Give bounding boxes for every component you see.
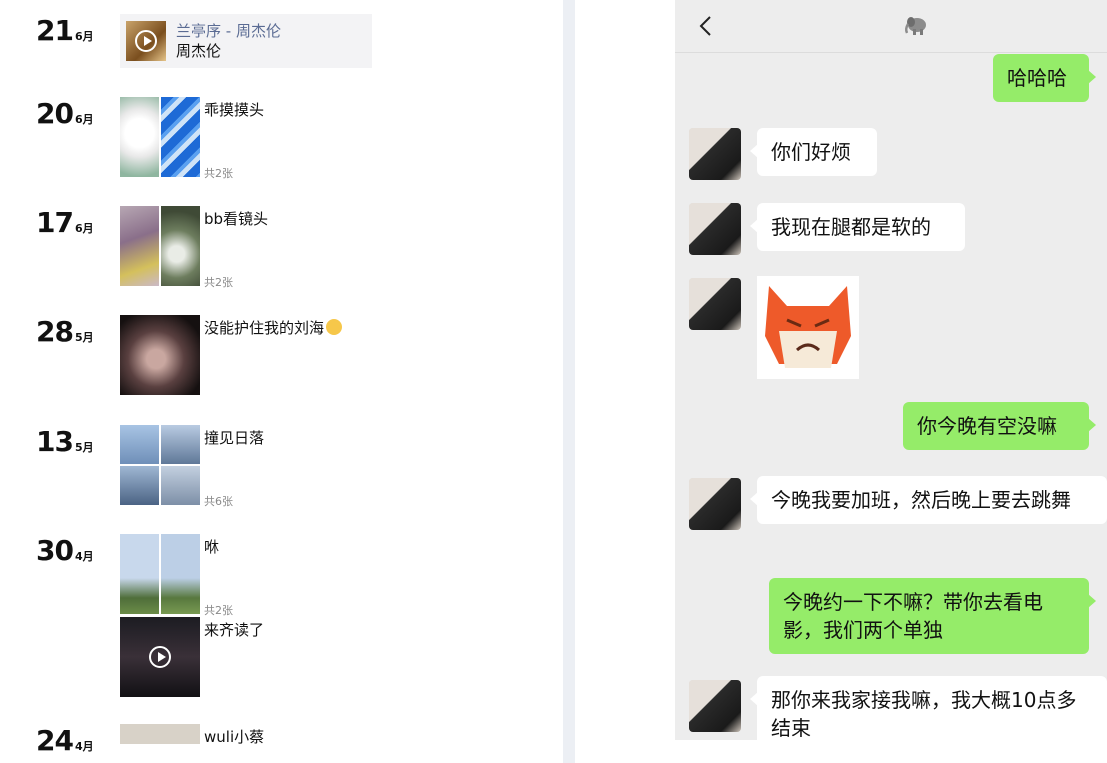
music-title: 兰亭序 - 周杰伦 [176, 22, 281, 40]
moments-timeline: 216月 兰亭序 - 周杰伦 周杰伦 206月 乖摸摸头 共2张 176月 [0, 0, 563, 763]
date-month: 6月 [74, 222, 94, 235]
moment-date: 13 5月 [36, 425, 94, 458]
received-message-bubble[interactable]: 今晚我要加班，然后晚上要去跳舞 [750, 476, 1107, 524]
avatar-image [689, 203, 741, 255]
moment-date: 30 4月 [36, 534, 94, 567]
date-day: 21 [36, 14, 74, 47]
date-month: 5月 [74, 441, 94, 454]
photo-jump-2 [161, 534, 200, 614]
date-month: 6月 [74, 30, 94, 43]
received-message-bubble[interactable]: 那你来我家接我嘛，我大概10点多结束 [750, 676, 1107, 740]
date-month: 5月 [74, 331, 94, 344]
angry-fox-sticker[interactable] [757, 276, 859, 379]
received-message-bubble[interactable]: 你们好烦 [750, 128, 877, 176]
photo-cut-off [120, 724, 200, 744]
sent-message-bubble[interactable]: 你今晚有空没嘛 [903, 402, 1096, 450]
photo-sky-3 [120, 466, 159, 505]
chat-navbar [675, 0, 1107, 53]
date-month: 6月 [74, 113, 94, 126]
photo-thumbnails[interactable] [120, 315, 200, 395]
chat-panel: 哈哈哈 你们好烦 我现在腿都是软的 你今晚有空没嘛 今晚我要加班，然后晚上要去跳… [575, 0, 1107, 763]
moment-date: 17 6月 [36, 206, 94, 239]
contact-avatar[interactable] [689, 203, 741, 255]
moment-caption: 乖摸摸头 [204, 101, 265, 119]
photo-blurred [120, 315, 200, 395]
elephant-icon [903, 14, 929, 36]
moment-caption: 来齐读了 [204, 621, 265, 639]
contact-avatar[interactable] [689, 128, 741, 180]
date-day: 24 [36, 724, 74, 757]
photo-count: 共2张 [204, 167, 233, 180]
video-thumbnail[interactable] [120, 617, 200, 697]
photo-count: 共2张 [204, 276, 233, 289]
moment-caption: 撞见日落 [204, 429, 265, 447]
contact-avatar[interactable] [689, 478, 741, 530]
photo-thumbnails[interactable] [120, 206, 200, 286]
date-day: 30 [36, 534, 74, 567]
avatar-image [689, 478, 741, 530]
moment-caption: 咻 [204, 538, 220, 556]
photo-sky-2 [161, 425, 200, 464]
date-day: 17 [36, 206, 74, 239]
moment-date: 20 6月 [36, 97, 94, 130]
photo-thumbnails[interactable] [120, 534, 200, 614]
sent-message-bubble[interactable]: 哈哈哈 [993, 54, 1096, 102]
photo-dog [120, 97, 159, 177]
avatar-image [689, 128, 741, 180]
received-message-bubble[interactable]: 我现在腿都是软的 [750, 203, 965, 251]
date-day: 20 [36, 97, 74, 130]
moment-caption: wuli小蔡 [204, 728, 265, 746]
photo-flowers [161, 206, 200, 286]
chat-window: 哈哈哈 你们好烦 我现在腿都是软的 你今晚有空没嘛 今晚我要加班，然后晚上要去跳… [675, 0, 1107, 740]
photo-thumbnails[interactable] [120, 724, 200, 744]
moment-date: 28 5月 [36, 315, 94, 348]
contact-avatar[interactable] [689, 278, 741, 330]
play-icon[interactable] [149, 646, 171, 668]
photo-thumbnails[interactable] [120, 425, 200, 505]
moment-caption: bb看镜头 [204, 210, 269, 228]
avatar-image [689, 278, 741, 330]
sent-message-bubble[interactable]: 今晚约一下不嘛？带你去看电影，我们两个单独 [769, 578, 1096, 654]
photo-sky-4 [161, 466, 200, 505]
caption-text: 没能护住我的刘海 [204, 319, 325, 337]
photo-thumbnails[interactable] [120, 97, 200, 177]
date-month: 4月 [74, 740, 94, 753]
photo-sky-1 [120, 425, 159, 464]
grimace-emoji-icon [326, 319, 343, 335]
avatar-image [689, 680, 741, 732]
date-day: 28 [36, 315, 74, 348]
photo-count: 共6张 [204, 495, 233, 508]
photo-count: 共2张 [204, 604, 233, 617]
chat-bottom-edge [675, 740, 1107, 763]
photo-blurred [120, 206, 159, 286]
music-share-card[interactable]: 兰亭序 - 周杰伦 周杰伦 [120, 14, 372, 68]
photo-jump-1 [120, 534, 159, 614]
date-month: 4月 [74, 550, 94, 563]
music-artist: 周杰伦 [176, 42, 222, 60]
album-cover [126, 21, 166, 61]
moment-date: 24 4月 [36, 724, 94, 757]
moment-caption: 没能护住我的刘海 [204, 317, 343, 338]
panel-divider [563, 0, 575, 763]
date-day: 13 [36, 425, 74, 458]
play-icon[interactable] [135, 30, 157, 52]
chevron-left-icon[interactable] [693, 12, 721, 40]
photo-blue-tubes [161, 97, 200, 177]
moment-date: 21 6月 [36, 14, 94, 47]
contact-avatar[interactable] [689, 680, 741, 732]
